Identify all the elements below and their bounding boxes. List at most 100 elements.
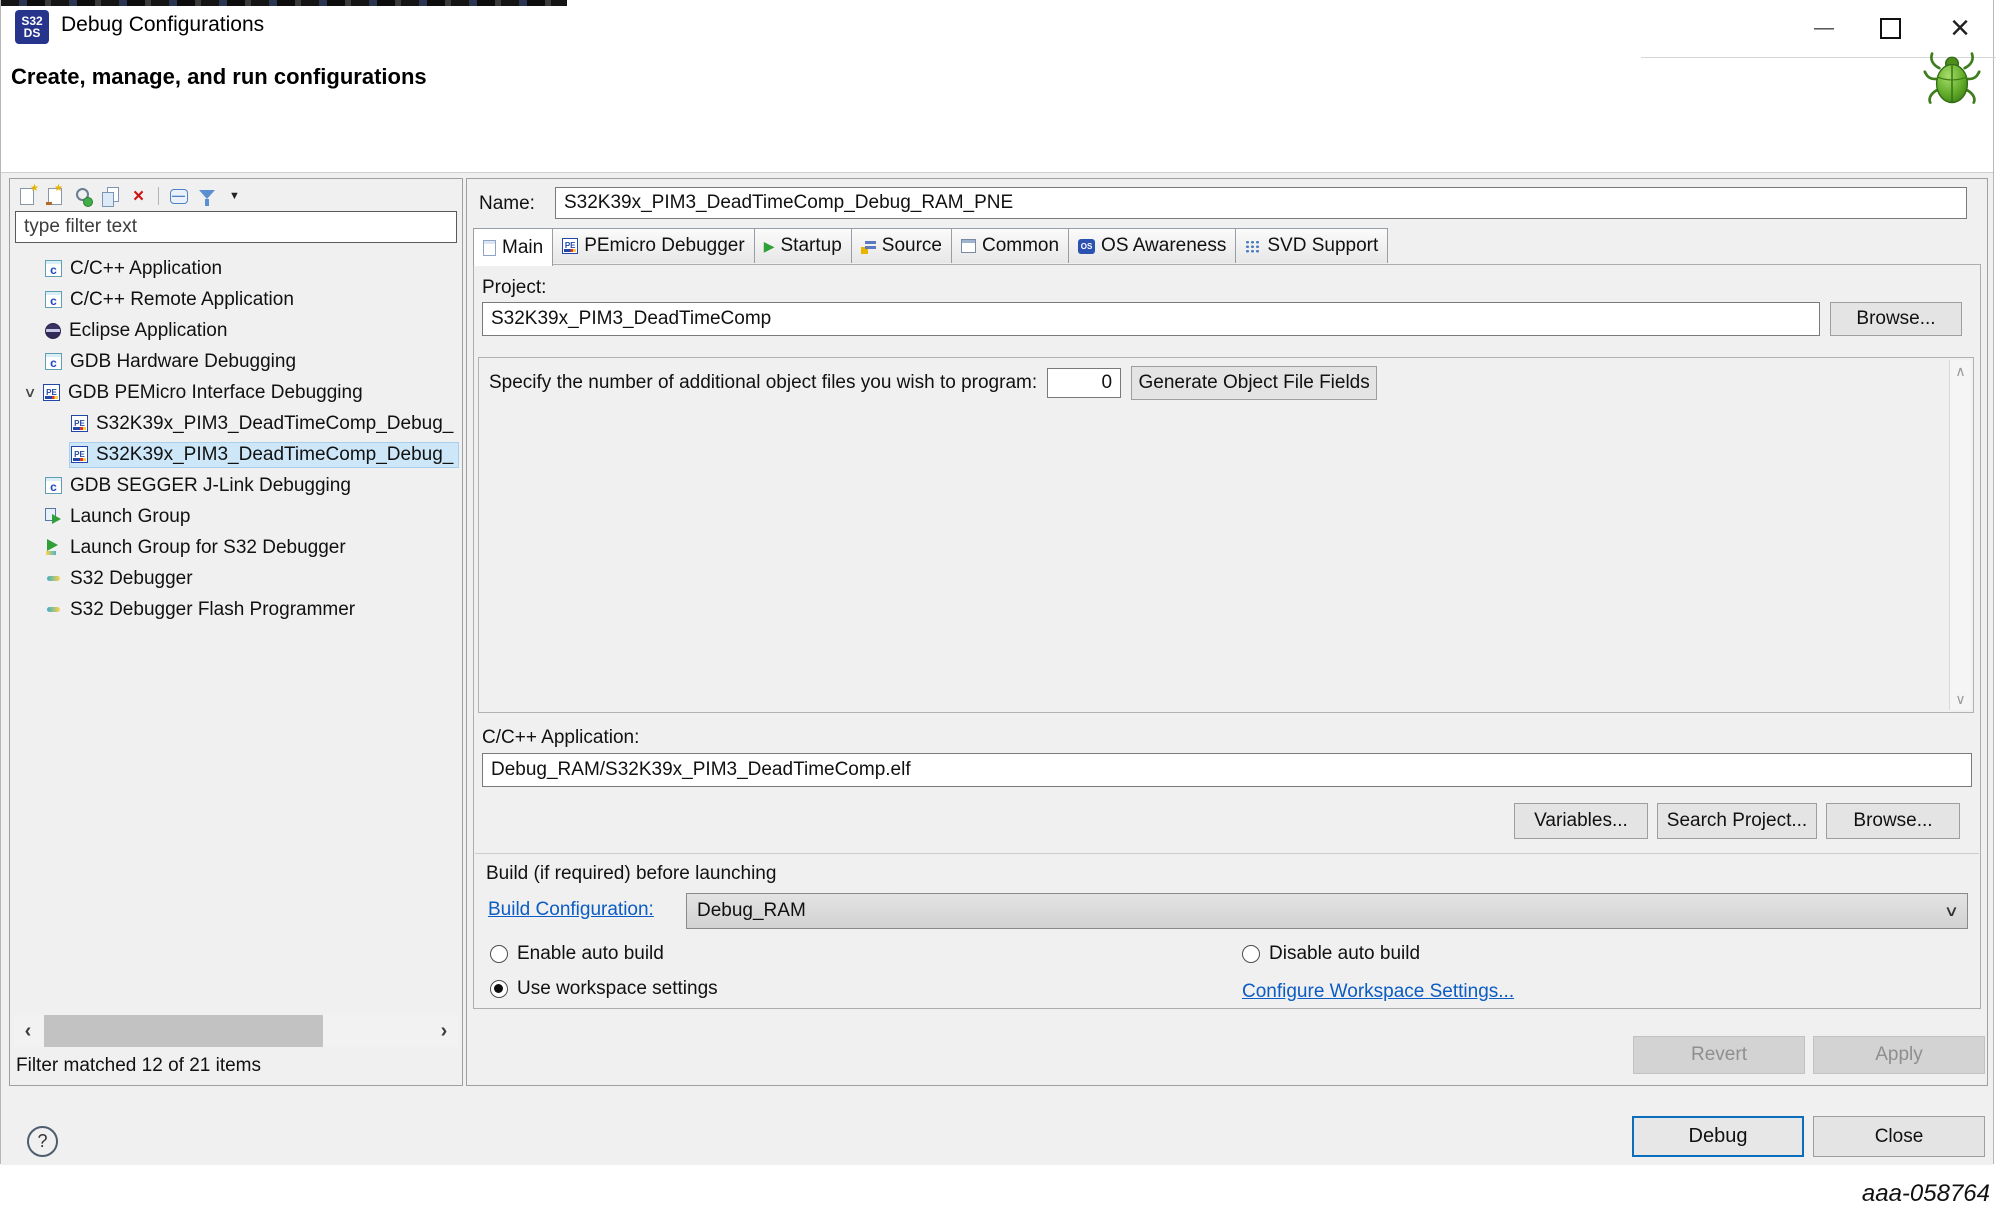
tree-item[interactable]: GDB Hardware Debugging	[10, 346, 462, 377]
build-group-divider	[475, 853, 1979, 854]
project-input[interactable]	[482, 302, 1820, 336]
window-title: Debug Configurations	[61, 13, 264, 37]
use-workspace-settings-radio[interactable]: Use workspace settings	[490, 978, 718, 1000]
build-configuration-link[interactable]: Build Configuration:	[488, 899, 654, 921]
pemicro-icon: PE	[43, 384, 60, 401]
eclipse-application-icon	[45, 323, 61, 339]
close-button[interactable]: Close	[1813, 1116, 1985, 1157]
help-button[interactable]: ?	[27, 1126, 58, 1157]
build-configuration-select[interactable]: Debug_RAM ∨	[686, 893, 1968, 929]
app-badge-bottom: DS	[24, 27, 41, 39]
tree-item[interactable]: C/C++ Application	[10, 253, 462, 284]
s32-debugger-icon	[45, 570, 62, 587]
application-input[interactable]	[482, 753, 1972, 787]
name-input[interactable]	[555, 187, 1967, 219]
tab-startup[interactable]: ▶ Startup	[754, 228, 852, 263]
browse-application-button[interactable]: Browse...	[1826, 803, 1960, 839]
title-bar[interactable]: S32 DS Debug Configurations — ×	[1, 6, 1993, 50]
filter-configurations-icon[interactable]	[196, 186, 217, 207]
export-configuration-icon[interactable]	[72, 186, 93, 207]
object-files-count-input[interactable]	[1047, 368, 1121, 398]
file-icon	[483, 240, 496, 256]
configure-workspace-settings-link[interactable]: Configure Workspace Settings...	[1242, 981, 1514, 1003]
scrollbar-thumb[interactable]	[44, 1015, 323, 1047]
tree-item[interactable]: ∨ PE GDB PEMicro Interface Debugging	[10, 377, 462, 408]
object-files-group: Specify the number of additional object …	[478, 357, 1974, 713]
tab-pemicro-debugger[interactable]: PE PEmicro Debugger	[552, 228, 755, 263]
tree-item[interactable]: Eclipse Application	[10, 315, 462, 346]
scroll-left-icon[interactable]: ‹	[14, 1015, 42, 1047]
tree-item-label: Launch Group for S32 Debugger	[70, 537, 346, 559]
tab-label: PEmicro Debugger	[584, 235, 745, 257]
tree-item[interactable]: C/C++ Remote Application	[10, 284, 462, 315]
radio-selected-icon[interactable]	[490, 980, 508, 998]
gdb-segger-icon	[45, 477, 62, 494]
tree-item[interactable]: Launch Group for S32 Debugger	[10, 532, 462, 563]
tab-svd-support[interactable]: SVD Support	[1235, 228, 1388, 263]
disable-auto-build-radio[interactable]: Disable auto build	[1242, 943, 1420, 965]
delete-configuration-icon[interactable]: ×	[128, 186, 149, 207]
browse-project-button[interactable]: Browse...	[1830, 302, 1962, 336]
tree-item-label: C/C++ Application	[70, 258, 222, 280]
revert-button[interactable]: Revert	[1633, 1036, 1805, 1074]
generate-object-file-fields-button[interactable]: Generate Object File Fields	[1131, 366, 1377, 400]
tree-item[interactable]: GDB SEGGER J-Link Debugging	[10, 470, 462, 501]
revert-apply-row: Revert Apply	[1633, 1036, 1985, 1074]
radio-label: Enable auto build	[517, 943, 664, 965]
debug-button[interactable]: Debug	[1632, 1116, 1804, 1157]
scroll-up-icon[interactable]: ∧	[1955, 364, 1965, 378]
s32-flash-programmer-icon	[45, 601, 62, 618]
tab-common[interactable]: Common	[951, 228, 1069, 263]
configuration-tree: C/C++ Application C/C++ Remote Applicati…	[10, 253, 462, 625]
svd-grid-icon	[1245, 240, 1261, 253]
tree-item-label: S32K39x_PIM3_DeadTimeComp_Debug_	[96, 444, 453, 466]
filter-menu-dropdown-icon[interactable]: ▼	[224, 186, 245, 207]
close-window-button[interactable]: ×	[1931, 6, 1989, 50]
tab-os-awareness[interactable]: OS OS Awareness	[1068, 228, 1236, 263]
pemicro-icon: PE	[71, 415, 88, 432]
tab-main[interactable]: Main	[473, 228, 553, 266]
new-prototype-icon[interactable]	[44, 186, 65, 207]
pemicro-icon: PE	[71, 446, 88, 463]
tree-item-label: C/C++ Remote Application	[70, 289, 294, 311]
tree-item[interactable]: PE S32K39x_PIM3_DeadTimeComp_Debug_	[10, 408, 462, 439]
pemicro-icon: PE	[562, 238, 578, 254]
chevron-down-icon: ∨	[1944, 902, 1959, 920]
sidebar-horizontal-scrollbar[interactable]: ‹ ›	[14, 1015, 458, 1047]
configuration-editor: Name: Main PE PEmicro Debugger ▶ Startup…	[466, 178, 1988, 1086]
tree-item[interactable]: S32 Debugger Flash Programmer	[10, 594, 462, 625]
radio-icon[interactable]	[490, 945, 508, 963]
debug-bug-icon	[1923, 50, 1981, 108]
search-project-button[interactable]: Search Project...	[1657, 803, 1817, 839]
c-application-icon	[45, 260, 62, 277]
group-vertical-scrollbar[interactable]: ∧ ∨	[1949, 360, 1971, 710]
enable-auto-build-radio[interactable]: Enable auto build	[490, 943, 664, 965]
scrollbar-track[interactable]	[42, 1015, 430, 1047]
minimize-button[interactable]: —	[1795, 6, 1853, 50]
new-configuration-icon[interactable]	[16, 186, 37, 207]
duplicate-configuration-icon[interactable]	[100, 186, 121, 207]
radio-icon[interactable]	[1242, 945, 1260, 963]
debug-configurations-window: S32 DS Debug Configurations — × Create, …	[0, 0, 1994, 1164]
tree-item-selected[interactable]: PE S32K39x_PIM3_DeadTimeComp_Debug_	[10, 439, 462, 470]
maximize-button[interactable]	[1861, 6, 1919, 50]
tree-expander-icon[interactable]: ∨	[14, 384, 45, 401]
source-icon	[861, 239, 876, 254]
tree-item-label: GDB PEMicro Interface Debugging	[68, 382, 363, 404]
variables-button[interactable]: Variables...	[1514, 803, 1648, 839]
tree-item-label: S32 Debugger Flash Programmer	[70, 599, 355, 621]
tab-label: SVD Support	[1267, 235, 1378, 257]
scroll-down-icon[interactable]: ∨	[1955, 692, 1965, 706]
scroll-right-icon[interactable]: ›	[430, 1015, 458, 1047]
tree-item-label: GDB SEGGER J-Link Debugging	[70, 475, 351, 497]
apply-button[interactable]: Apply	[1813, 1036, 1985, 1074]
tree-item[interactable]: Launch Group	[10, 501, 462, 532]
main-tab-content: Project: Browse... Specify the number of…	[473, 264, 1981, 1009]
tab-source[interactable]: Source	[851, 228, 952, 263]
project-label: Project:	[482, 277, 546, 299]
tree-item-label: Eclipse Application	[69, 320, 227, 342]
collapse-all-icon[interactable]: —	[170, 189, 188, 204]
figure-label: aaa-058764	[1862, 1180, 1990, 1208]
filter-input[interactable]	[15, 211, 457, 243]
tree-item[interactable]: S32 Debugger	[10, 563, 462, 594]
